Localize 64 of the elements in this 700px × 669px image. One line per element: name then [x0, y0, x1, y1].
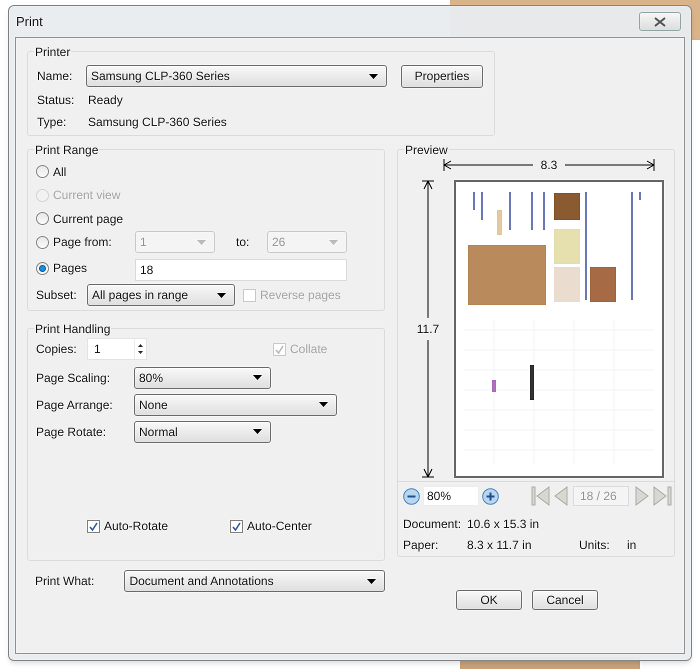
- radio-button[interactable]: [36, 262, 49, 274]
- last-page-icon[interactable]: [652, 486, 672, 506]
- field-label: Page Scaling:: [36, 370, 112, 386]
- option-dropdown[interactable]: 80%: [134, 366, 271, 388]
- caret-icon: [329, 240, 338, 245]
- radio-button[interactable]: [36, 212, 49, 226]
- field-label: Copies:: [36, 341, 78, 358]
- caret-icon: [367, 578, 376, 584]
- field-label: Document:: [403, 516, 462, 533]
- checkbox-label: Auto-Rotate: [104, 518, 168, 535]
- field-label: Units:: [579, 537, 611, 554]
- field-label: Name:: [37, 68, 74, 85]
- window-title: Print: [16, 12, 43, 31]
- zoom-input-field[interactable]: 80%: [423, 486, 479, 506]
- copies-spinner[interactable]: 1: [87, 338, 147, 360]
- radio-label: All: [53, 164, 66, 181]
- radio-label: Current view: [53, 187, 120, 204]
- option-dropdown[interactable]: Normal: [134, 420, 271, 442]
- properties-button[interactable]: Properties: [401, 64, 483, 88]
- checkbox-label: Reverse pages: [260, 287, 341, 304]
- field-label: to:: [236, 234, 250, 252]
- checkbox-label: Auto-Center: [247, 518, 312, 535]
- caret-icon: [253, 375, 262, 380]
- next-page-icon[interactable]: [635, 486, 650, 506]
- radio-label: Page from:: [53, 234, 113, 252]
- field-label: Page Arrange:: [36, 396, 114, 414]
- radio-button[interactable]: [36, 236, 49, 249]
- checkbox[interactable]: [230, 520, 244, 532]
- previous-page-icon[interactable]: [553, 486, 568, 506]
- zoom-in-icon[interactable]: [482, 488, 499, 504]
- field-label: Status:: [37, 92, 76, 108]
- radio-label: Pages: [53, 260, 88, 277]
- caret-icon: [369, 74, 378, 78]
- dialog-button[interactable]: Cancel: [532, 590, 598, 610]
- option-dropdown[interactable]: None: [134, 394, 337, 416]
- field-label: Page Rotate:: [36, 424, 108, 440]
- dimension-label: 8.3: [540, 157, 558, 174]
- dialog-button[interactable]: OK: [456, 590, 522, 610]
- caret-icon: [319, 402, 328, 407]
- radio-button[interactable]: [36, 165, 49, 178]
- field-label: Paper:: [403, 537, 440, 554]
- checkbox[interactable]: [87, 520, 100, 532]
- close-icon: [654, 16, 666, 26]
- field-label: Type:: [37, 114, 68, 130]
- caret-icon: [217, 292, 226, 298]
- radio-label: Current page: [53, 210, 124, 228]
- field-value: 8.3 x 11.7 in: [467, 537, 532, 554]
- print-what-dropdown[interactable]: Document and Annotations: [124, 570, 385, 592]
- caret-icon: [253, 429, 262, 434]
- spin-arrows-icon[interactable]: [134, 339, 146, 359]
- field-label: Subset:: [36, 287, 78, 304]
- printer-dropdown[interactable]: Samsung CLP-360 Series: [86, 65, 387, 87]
- pages-input-field[interactable]: 18: [135, 259, 347, 281]
- close-button[interactable]: [639, 12, 681, 31]
- first-page-icon[interactable]: [531, 486, 551, 506]
- caret-icon: [197, 240, 206, 245]
- field-value: Samsung CLP-360 Series: [88, 114, 227, 130]
- field-value: Ready: [88, 92, 123, 108]
- field-label: Print What:: [35, 573, 96, 590]
- zoom-out-icon[interactable]: [403, 488, 420, 504]
- checkbox-label: Collate: [290, 341, 328, 358]
- field-value: in: [627, 537, 636, 554]
- subset-dropdown[interactable]: All pages in range: [87, 284, 235, 306]
- field-value: 10.6 x 15.3 in: [467, 516, 540, 533]
